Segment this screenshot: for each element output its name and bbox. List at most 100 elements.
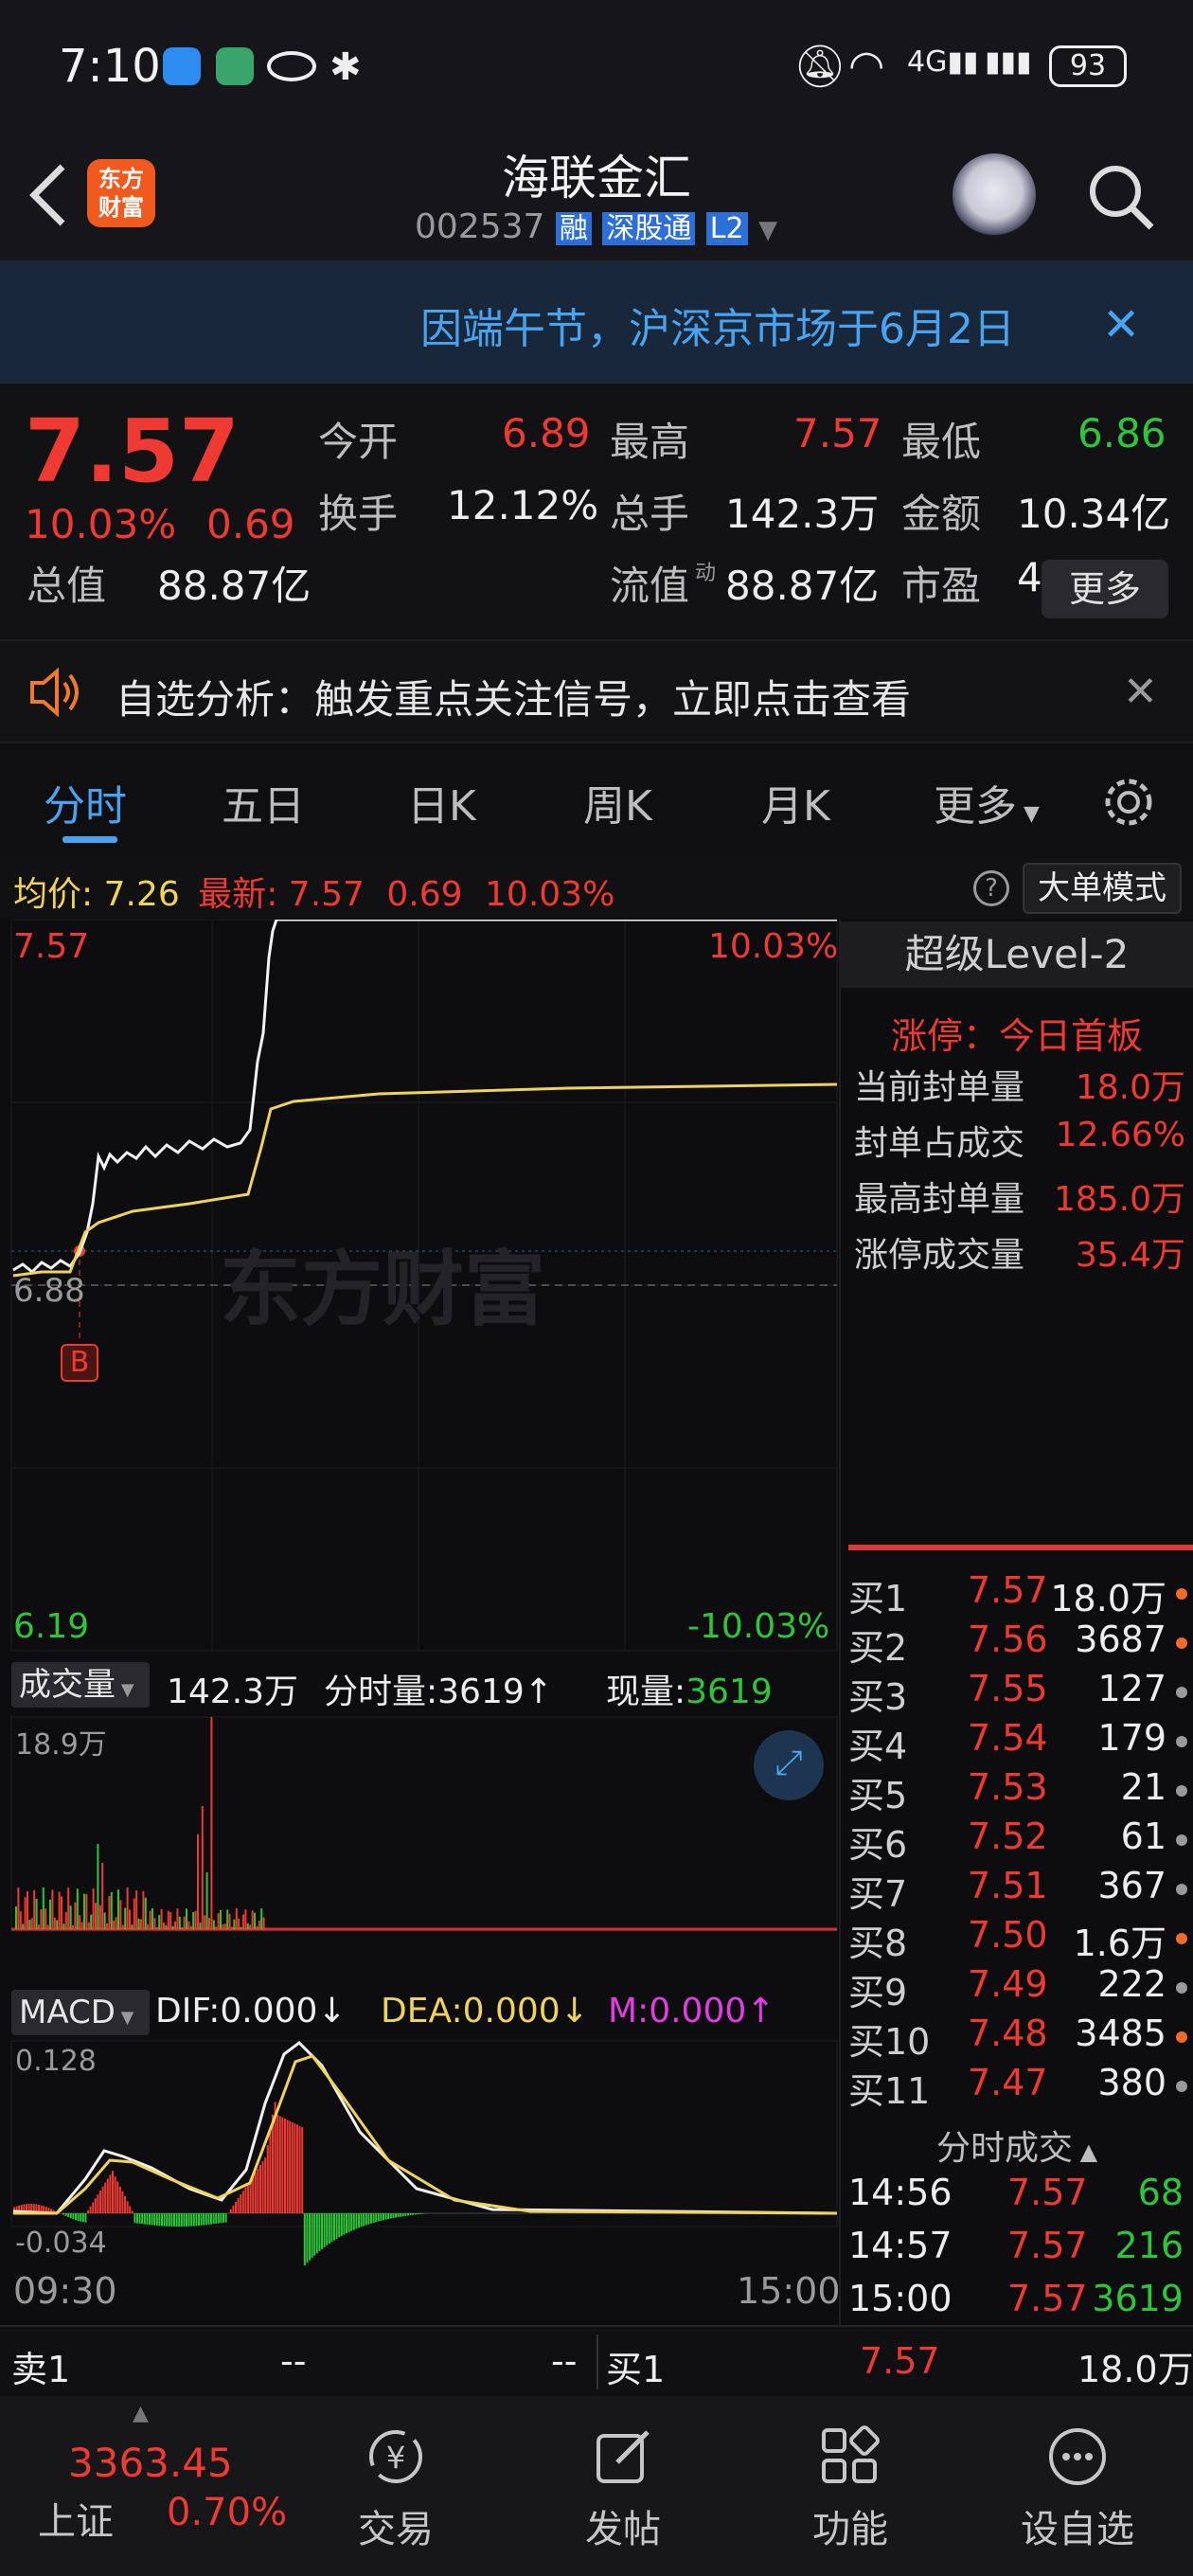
- bid-row[interactable]: 买4 7.54 179: [841, 1717, 1193, 1767]
- bid-row[interactable]: 买8 7.50 1.6万: [841, 1914, 1193, 1964]
- bank-app-icon: [216, 47, 254, 85]
- volume-bar: [258, 1921, 260, 1929]
- macd-bar: [387, 2213, 390, 2220]
- battery-level: 93: [1069, 49, 1107, 82]
- big-order-mode-button[interactable]: 大单模式: [1023, 863, 1182, 914]
- trades-header[interactable]: 分时成交 ▲: [841, 2120, 1193, 2170]
- signal-icon: ▮▮▮: [985, 45, 1032, 79]
- macd-frame: [10, 2040, 838, 2227]
- macd-bar: [375, 2213, 378, 2223]
- index-ticker[interactable]: ▲ 3363.45 上证 0.70%: [0, 2396, 303, 2576]
- level2-title[interactable]: 超级Level-2: [841, 921, 1193, 988]
- tab-more[interactable]: 更多 ▼: [934, 772, 1040, 832]
- macd-bar: [358, 2213, 360, 2228]
- bid-row[interactable]: 买2 7.56 3687: [841, 1619, 1193, 1669]
- macd-bar: [203, 2213, 205, 2226]
- volume-bar: [240, 1926, 242, 1929]
- quote-field-label: 金额: [901, 491, 982, 537]
- macd-bar: [232, 2205, 235, 2213]
- chevron-down-icon[interactable]: ▼: [758, 216, 777, 244]
- macd-bar: [281, 2117, 284, 2213]
- volume-bar: [186, 1908, 187, 1929]
- quote-field-value: 6.89: [502, 410, 591, 456]
- expand-icon[interactable]: ⤢: [754, 1730, 824, 1800]
- macd-bar: [252, 2175, 255, 2213]
- volume-bar: [142, 1890, 145, 1929]
- volume-bar: [163, 1923, 165, 1929]
- tab-weekly-k[interactable]: 周K: [583, 772, 652, 832]
- bid-dot: [1176, 1687, 1187, 1698]
- nav-trade[interactable]: ¥ 交易: [301, 2396, 490, 2576]
- tab-intraday[interactable]: 分时: [44, 772, 127, 832]
- macd-bar: [309, 2213, 311, 2261]
- volume-bar: [28, 1919, 31, 1929]
- pe-dynamic-sup: 动: [695, 562, 717, 585]
- bid-label: 买6: [848, 1824, 908, 1866]
- bid-row[interactable]: 买7 7.51 367: [841, 1865, 1193, 1915]
- tab-five-day[interactable]: 五日: [222, 772, 305, 832]
- macd-dif-value: DIF:0.000: [155, 1992, 318, 2030]
- bid-dot: [1176, 1834, 1187, 1846]
- bid-price: 7.47: [968, 2062, 1048, 2103]
- up-arrow-icon: ↑: [524, 1673, 553, 1711]
- nav-add-watchlist[interactable]: 设自选: [983, 2396, 1172, 2576]
- volume-bar: [165, 1924, 168, 1929]
- help-icon[interactable]: ?: [973, 870, 1009, 906]
- tab-daily-k[interactable]: 日K: [407, 772, 476, 832]
- volume-total: 142.3万: [167, 1673, 299, 1711]
- search-icon[interactable]: [1085, 161, 1157, 233]
- nav-functions[interactable]: 功能: [756, 2396, 945, 2576]
- volume-dropdown[interactable]: 成交量 ▼: [11, 1662, 150, 1708]
- tick-volume-label: 分时量:: [324, 1673, 438, 1711]
- bid-volume: 380: [1097, 2062, 1166, 2103]
- bid-row[interactable]: 买10 7.48 3485: [841, 2012, 1193, 2063]
- trade-yen-icon: ¥: [364, 2424, 428, 2489]
- settings-gear-icon[interactable]: [1100, 774, 1157, 831]
- volume-bar: [178, 1916, 181, 1929]
- volume-bar: [110, 1891, 113, 1929]
- robot-assistant-icon[interactable]: [953, 153, 1036, 237]
- volume-bar: [97, 1844, 99, 1929]
- volume-bar: [235, 1908, 238, 1929]
- level2-stat-label: 当前封单量: [854, 1068, 1025, 1107]
- macd-bar: [421, 2213, 424, 2214]
- watchlist-notice[interactable]: 自选分析：触发重点关注信号，立即点击查看 ✕: [0, 639, 1193, 743]
- trade-row: 14:57 7.57 216: [841, 2225, 1193, 2278]
- level2-stat-value: 18.0万: [1075, 1068, 1185, 1107]
- volume-bar: [119, 1900, 122, 1929]
- macd-bar: [134, 2213, 136, 2224]
- tab-more-label: 更多: [934, 782, 1017, 831]
- bid-row[interactable]: 买3 7.55 127: [841, 1668, 1193, 1718]
- nav-post[interactable]: 发帖: [528, 2396, 718, 2576]
- volume-bar: [19, 1911, 22, 1929]
- macd-bar: [372, 2213, 375, 2223]
- macd-dropdown[interactable]: MACD ▼: [11, 1990, 150, 2035]
- time-start-label: 09:30: [13, 2270, 117, 2312]
- bid-row[interactable]: 买1 7.57 18.0万: [841, 1569, 1193, 1619]
- close-notice-icon[interactable]: ✕: [1123, 668, 1158, 716]
- bid-row[interactable]: 买5 7.53 21: [841, 1766, 1193, 1816]
- up-arrow-icon: ↑: [746, 1992, 775, 2030]
- bid-label: 买5: [848, 1775, 908, 1816]
- volume-bar: [45, 1908, 47, 1929]
- macd-bar: [266, 2145, 269, 2213]
- volume-bar: [226, 1909, 229, 1929]
- bid-row[interactable]: 买11 7.47 380: [841, 2062, 1193, 2112]
- trade-time: 14:56: [848, 2172, 953, 2213]
- more-button[interactable]: 更多: [1042, 560, 1168, 618]
- macd-bar: [328, 2213, 330, 2245]
- bid-row[interactable]: 买6 7.52 61: [841, 1816, 1193, 1866]
- bid-volume: 367: [1097, 1865, 1166, 1906]
- macd-bar: [116, 2181, 119, 2213]
- holiday-banner[interactable]: 因端午节，沪深京市场于6月2日 ✕: [0, 260, 1193, 384]
- intraday-chart-area: 7.57 10.03% 6.19 -10.03% 6.88 东方财富 B 成交量…: [0, 920, 1193, 2325]
- bid-row[interactable]: 买9 7.49 222: [841, 1963, 1193, 2013]
- volume-bar: [244, 1909, 247, 1929]
- macd-bar: [284, 2119, 286, 2213]
- bottom-quote-bar: 卖1 -- -- 买1 7.57 18.0万: [0, 2325, 1193, 2396]
- bid-volume: 127: [1097, 1668, 1166, 1709]
- message-app-icon: [163, 47, 201, 85]
- tab-monthly-k[interactable]: 月K: [761, 772, 830, 832]
- volume-max-label: 18.9万: [15, 1728, 107, 1762]
- close-icon[interactable]: ✕: [1102, 298, 1140, 351]
